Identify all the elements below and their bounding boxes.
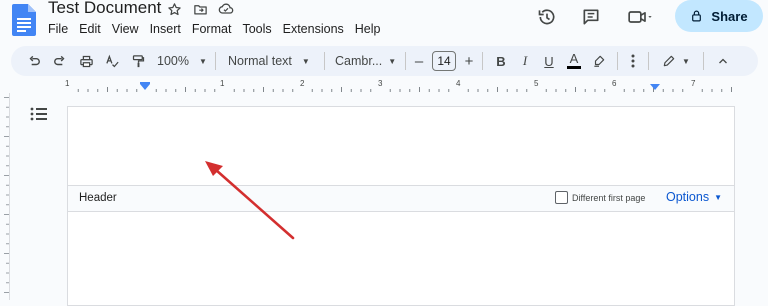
caret-down-icon: ▼ bbox=[714, 192, 723, 202]
ruler-number: 1 bbox=[65, 79, 70, 88]
docs-logo-icon[interactable] bbox=[12, 4, 36, 36]
zoom-value: 100% bbox=[157, 54, 189, 68]
redo-icon[interactable] bbox=[47, 49, 73, 73]
horizontal-ruler[interactable]: 1 1 2 3 4 5 6 7 bbox=[65, 79, 734, 93]
share-label: Share bbox=[711, 8, 748, 24]
ruler-number: 2 bbox=[300, 79, 305, 88]
text-color-glyph: A bbox=[569, 51, 579, 66]
collapse-icon[interactable] bbox=[710, 49, 736, 73]
cloud-saved-icon[interactable] bbox=[218, 1, 234, 17]
share-button[interactable]: Share bbox=[675, 0, 763, 32]
menu-view[interactable]: View bbox=[112, 22, 144, 36]
italic-button[interactable]: I bbox=[513, 49, 537, 73]
divider bbox=[648, 52, 649, 70]
more-icon[interactable] bbox=[624, 49, 642, 73]
ruler-number: 5 bbox=[534, 79, 539, 88]
divider bbox=[703, 52, 704, 70]
print-icon[interactable] bbox=[73, 49, 99, 73]
font-select[interactable]: Cambr... ▼ bbox=[331, 49, 399, 73]
right-indent-marker bbox=[650, 84, 660, 90]
font-value: Cambr... bbox=[335, 54, 383, 68]
text-color-button[interactable]: A bbox=[561, 49, 587, 73]
ruler-number: 6 bbox=[612, 79, 617, 88]
divider bbox=[617, 52, 618, 70]
meet-icon[interactable] bbox=[624, 6, 656, 28]
decrease-font-size-button[interactable]: – bbox=[412, 49, 426, 73]
ruler-number: 4 bbox=[456, 79, 461, 88]
underline-button[interactable]: U bbox=[537, 49, 561, 73]
divider bbox=[405, 52, 406, 70]
header-options-button[interactable]: Options ▼ bbox=[666, 190, 722, 204]
zoom-select[interactable]: 100% ▼ bbox=[151, 49, 209, 73]
history-icon[interactable] bbox=[536, 6, 558, 28]
paint-format-icon[interactable] bbox=[125, 49, 151, 73]
left-indent-marker bbox=[140, 84, 150, 90]
divider bbox=[324, 52, 325, 70]
bold-button[interactable]: B bbox=[489, 49, 513, 73]
highlighter-icon[interactable] bbox=[587, 49, 611, 73]
style-select[interactable]: Normal text ▼ bbox=[222, 49, 318, 73]
star-icon[interactable] bbox=[166, 1, 182, 17]
formatting-toolbar: 100% ▼ Normal text ▼ Cambr... ▼ – 14 + B… bbox=[11, 46, 758, 76]
text-color-swatch bbox=[567, 66, 581, 69]
different-first-page-checkbox[interactable] bbox=[555, 191, 568, 204]
ruler-number: 3 bbox=[378, 79, 383, 88]
header-bar: Header Different first page Options ▼ bbox=[68, 185, 734, 212]
ruler-ticks bbox=[77, 82, 732, 92]
divider bbox=[482, 52, 483, 70]
caret-down-icon: ▼ bbox=[301, 56, 310, 66]
options-label: Options bbox=[666, 190, 710, 204]
font-size-input[interactable]: 14 bbox=[432, 51, 456, 71]
divider bbox=[215, 52, 216, 70]
header-actions bbox=[536, 6, 678, 28]
menu-bar: File Edit View Insert Format Tools Exten… bbox=[48, 22, 392, 36]
vertical-ruler-ticks bbox=[4, 97, 9, 293]
spellcheck-icon[interactable] bbox=[99, 49, 125, 73]
undo-icon[interactable] bbox=[21, 49, 47, 73]
menu-extensions[interactable]: Extensions bbox=[283, 22, 349, 36]
menu-edit[interactable]: Edit bbox=[79, 22, 106, 36]
menu-tools[interactable]: Tools bbox=[242, 22, 276, 36]
style-value: Normal text bbox=[228, 54, 292, 68]
caret-down-icon: ▼ bbox=[682, 56, 690, 66]
top-bar: Test Document File Edit View Insert Form… bbox=[0, 0, 768, 44]
ruler-number: 7 bbox=[691, 79, 696, 88]
title-icons bbox=[166, 1, 234, 17]
menu-insert[interactable]: Insert bbox=[150, 22, 186, 36]
lock-icon bbox=[692, 10, 702, 22]
caret-down-icon: ▼ bbox=[388, 56, 397, 66]
comment-icon[interactable] bbox=[580, 6, 602, 28]
ruler-number: 1 bbox=[220, 79, 225, 88]
menu-format[interactable]: Format bbox=[192, 22, 237, 36]
move-folder-icon[interactable] bbox=[192, 1, 208, 17]
editing-mode-icon[interactable]: ▼ bbox=[655, 49, 697, 73]
document-page[interactable]: Header Different first page Options ▼ bbox=[67, 106, 735, 306]
menu-file[interactable]: File bbox=[48, 22, 73, 36]
first-line-indent-marker bbox=[140, 82, 150, 84]
header-label: Header bbox=[79, 192, 117, 204]
document-title[interactable]: Test Document bbox=[48, 0, 161, 18]
vertical-ruler[interactable] bbox=[0, 93, 10, 300]
menu-help[interactable]: Help bbox=[355, 22, 386, 36]
caret-down-icon: ▼ bbox=[198, 56, 207, 66]
outline-icon[interactable] bbox=[30, 106, 48, 127]
different-first-page-toggle[interactable]: Different first page bbox=[555, 191, 645, 204]
increase-font-size-button[interactable]: + bbox=[462, 49, 476, 73]
different-first-page-label: Different first page bbox=[572, 192, 646, 203]
